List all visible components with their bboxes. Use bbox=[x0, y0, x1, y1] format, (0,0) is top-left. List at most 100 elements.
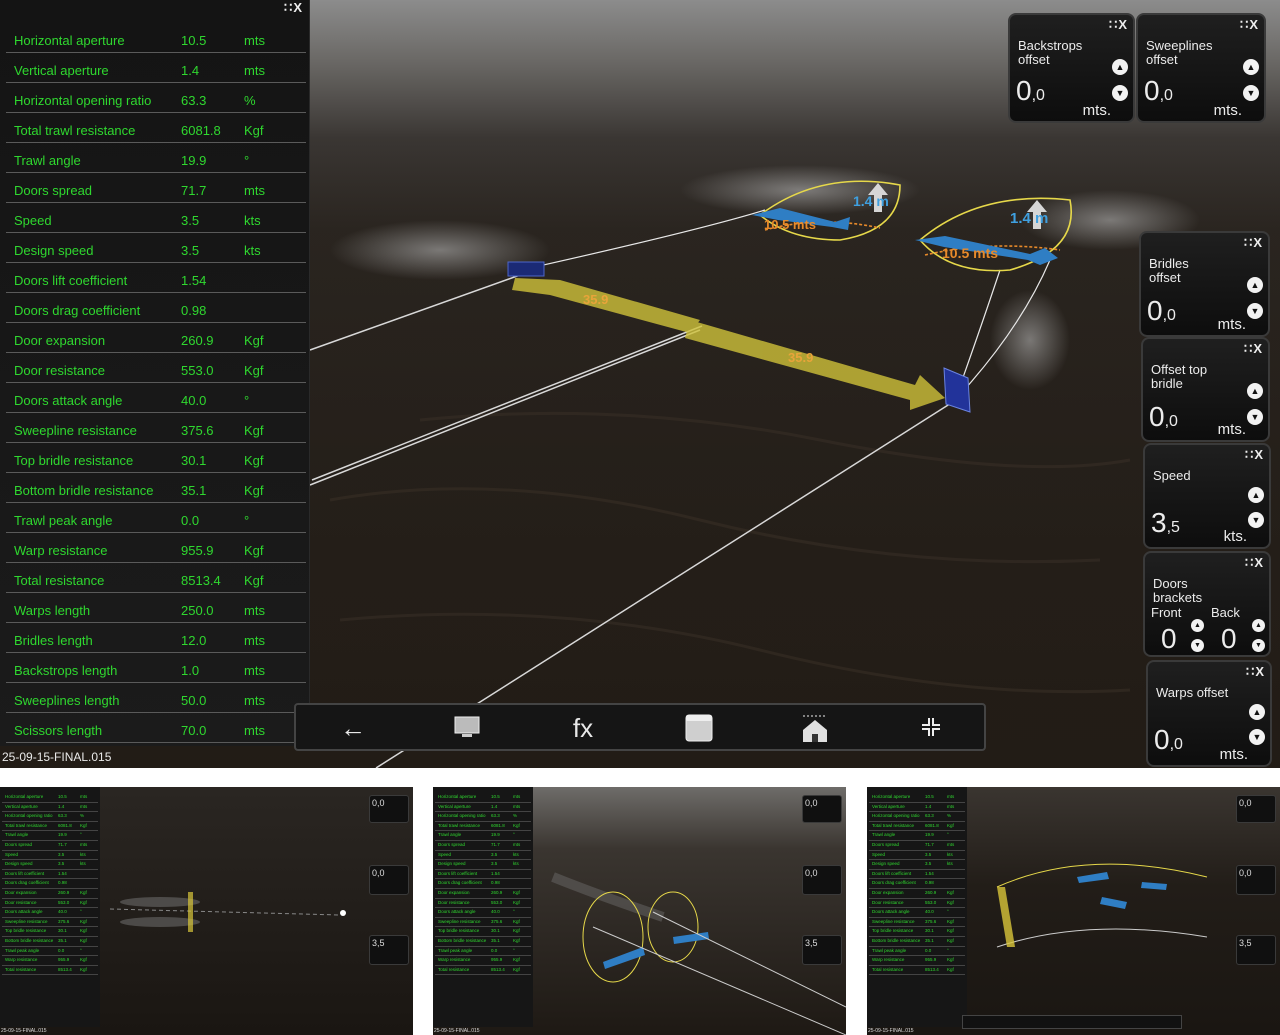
thumbnail-parameter-unit: Kgf bbox=[513, 822, 520, 828]
increase-button[interactable]: ▲ bbox=[1243, 59, 1259, 75]
thumbnail-scene bbox=[109, 892, 346, 932]
widget-window-controls[interactable]: ∷X bbox=[1246, 664, 1265, 680]
thumbnail-parameter-name: Total trawl resistance bbox=[5, 822, 48, 828]
thumbnail-parameter-unit: Kgf bbox=[80, 966, 87, 972]
increase-button[interactable]: ▲ bbox=[1247, 277, 1263, 293]
widget-window-controls[interactable]: ∷X bbox=[1245, 447, 1264, 463]
parameter-name: Speed bbox=[14, 213, 52, 228]
widget-window-controls[interactable]: ∷X bbox=[1245, 555, 1264, 571]
thumbnail-parameter-row: Trawl angle 19.9 ° bbox=[2, 831, 98, 841]
decrease-button[interactable]: ▼ bbox=[1243, 85, 1259, 101]
back-increase-button[interactable]: ▲ bbox=[1252, 619, 1265, 632]
thumbnail-perspective-view[interactable]: Horizontal aperture 10.5 mts Vertical apert… bbox=[433, 787, 846, 1035]
thumbnail-parameter-row: Horizontal opening ratio 63.3% bbox=[435, 812, 531, 822]
thumbnail-side-view[interactable]: Horizontal aperture 10.5 mts Vertical apert… bbox=[867, 787, 1280, 1035]
front-decrease-button[interactable]: ▼ bbox=[1191, 639, 1204, 652]
collapse-arrows-icon[interactable] bbox=[914, 712, 948, 744]
thumbnail-parameter-row: Door expansion 260.9 Kgf bbox=[2, 889, 98, 899]
parameter-row: Doors drag coefficient 0.98 bbox=[6, 293, 306, 323]
thumbnail-parameter-unit: mts bbox=[513, 803, 521, 809]
widget-window-controls[interactable]: ∷X bbox=[1244, 235, 1263, 251]
front-label: Front bbox=[1151, 605, 1182, 620]
thumbnail-parameter-name: Doors attack angle bbox=[5, 909, 43, 915]
thumbnail-parameter-row: Total resistance 8513.4 Kgf bbox=[2, 966, 98, 976]
thumbnail-parameter-name: Total trawl resistance bbox=[872, 822, 915, 828]
thumbnail-parameter-row: Horizontal aperture 10.5 mts bbox=[2, 793, 98, 803]
thumbnail-parameter-name: Doors drag coefficient bbox=[872, 880, 916, 886]
thumbnail-parameter-value: 30.1 bbox=[925, 928, 934, 934]
back-arrow-icon[interactable]: ← bbox=[336, 712, 370, 744]
widget-window-controls[interactable]: ∷X bbox=[1240, 17, 1259, 33]
thumbnail-parameter-row: Warp resistance 955.9 Kgf bbox=[435, 956, 531, 966]
widget-value: 3,5 bbox=[1151, 507, 1180, 538]
parameter-row: Horizontal aperture 10.5 mts bbox=[6, 23, 306, 53]
seabed-house-icon[interactable] bbox=[798, 712, 832, 744]
panel-window-controls[interactable]: ∷X bbox=[284, 0, 303, 16]
cube-view-icon[interactable] bbox=[682, 712, 716, 744]
thumbnail-parameter-unit: Kgf bbox=[947, 928, 954, 934]
front-value: 0 bbox=[1161, 623, 1177, 654]
parameter-name: Total trawl resistance bbox=[14, 123, 136, 138]
decrease-button[interactable]: ▼ bbox=[1249, 729, 1265, 745]
thumbnail-parameter-row: Door expansion 260.9 Kgf bbox=[869, 889, 965, 899]
decrease-button[interactable]: ▼ bbox=[1247, 409, 1263, 425]
bottom-toolbar: ← fx bbox=[294, 703, 986, 751]
thumbnail-parameter-value: 1.54 bbox=[491, 870, 500, 876]
thumbnail-parameter-unit: Kgf bbox=[80, 918, 87, 924]
monitor-icon[interactable] bbox=[450, 712, 484, 744]
front-increase-button[interactable]: ▲ bbox=[1191, 619, 1204, 632]
thumbnail-parameter-row: Vertical aperture 1.4 mts bbox=[2, 803, 98, 813]
thumbnail-parameter-value: 553.0 bbox=[491, 899, 503, 905]
widget-title: Doors brackets bbox=[1153, 576, 1203, 605]
parameter-row: Doors lift coefficient 1.54 bbox=[6, 263, 306, 293]
thumbnail-parameter-name: Bottom bridle resistance bbox=[872, 938, 921, 943]
thumbnail-widget: 0,0 bbox=[1236, 865, 1276, 895]
main-3d-view[interactable]: 35.9 35.9 10.5 mts 1.4 m 10.5 mts 1.4 m … bbox=[0, 0, 1280, 768]
increase-button[interactable]: ▲ bbox=[1249, 704, 1265, 720]
back-decrease-button[interactable]: ▼ bbox=[1252, 639, 1265, 652]
thumbnail-parameter-name: Top bridle resistance bbox=[872, 928, 914, 934]
thumbnail-parameter-row: Door expansion 260.9 Kgf bbox=[435, 889, 531, 899]
thumbnail-parameter-row: Doors attack angle 40.0 ° bbox=[2, 908, 98, 918]
parameter-unit: Kgf bbox=[244, 483, 264, 498]
increase-button[interactable]: ▲ bbox=[1112, 59, 1128, 75]
parameter-unit: Kgf bbox=[244, 573, 264, 588]
thumbnail-parameter-name: Trawl peak angle bbox=[872, 947, 907, 953]
thumbnail-top-view[interactable]: Horizontal aperture 10.5 mts Vertical apert… bbox=[0, 787, 413, 1035]
thumbnail-parameter-unit: kts bbox=[513, 851, 519, 857]
widget-window-controls[interactable]: ∷X bbox=[1109, 17, 1128, 33]
thumbnail-parameter-value: 71.7 bbox=[925, 842, 934, 847]
thumbnail-parameter-name: Doors spread bbox=[872, 842, 900, 847]
parameter-unit: mts bbox=[244, 63, 265, 78]
increase-button[interactable]: ▲ bbox=[1248, 487, 1264, 503]
thumbnail-parameter-unit: mts bbox=[513, 794, 521, 799]
thumbnail-parameter-row: Doors drag coefficient 0.98 bbox=[435, 879, 531, 889]
thumbnail-parameter-name: Doors lift coefficient bbox=[872, 870, 912, 876]
parameter-row: Design speed 3.5 kts bbox=[6, 233, 306, 263]
parameter-unit: mts bbox=[244, 723, 265, 738]
thumbnail-parameter-name: Doors drag coefficient bbox=[438, 880, 482, 886]
widget-title: Offset top bridle bbox=[1151, 362, 1208, 391]
widget-window-controls[interactable]: ∷X bbox=[1244, 341, 1263, 357]
thumbnail-parameter-unit: mts bbox=[947, 803, 955, 809]
thumbnail-parameter-name: Doors drag coefficient bbox=[5, 880, 49, 886]
fx-effects-icon[interactable]: fx bbox=[566, 712, 600, 744]
parameter-row: Bridles length 12.0 mts bbox=[6, 623, 306, 653]
thumbnail-parameter-value: 6081.8 bbox=[58, 822, 72, 828]
parameter-name: Sweepline resistance bbox=[14, 423, 137, 438]
thumbnail-parameter-name: Doors spread bbox=[5, 842, 33, 847]
decrease-button[interactable]: ▼ bbox=[1247, 303, 1263, 319]
parameter-name: Door resistance bbox=[14, 363, 106, 378]
increase-button[interactable]: ▲ bbox=[1247, 383, 1263, 399]
decrease-button[interactable]: ▼ bbox=[1112, 85, 1128, 101]
thumbnail-parameter-unit: Kgf bbox=[513, 957, 520, 963]
thumbnail-parameter-unit: Kgf bbox=[513, 966, 520, 972]
thumbnail-parameter-row: Doors drag coefficient 0.98 bbox=[869, 879, 965, 889]
thumbnail-parameter-name: Horizontal aperture bbox=[438, 794, 477, 799]
parameter-name: Design speed bbox=[14, 243, 94, 258]
parameter-unit: mts bbox=[244, 33, 265, 48]
thumbnail-parameter-name: Vertical aperture bbox=[872, 803, 905, 809]
thumbnail-parameter-value: 1.4 bbox=[58, 803, 65, 809]
decrease-button[interactable]: ▼ bbox=[1248, 512, 1264, 528]
parameter-unit: Kgf bbox=[244, 423, 264, 438]
